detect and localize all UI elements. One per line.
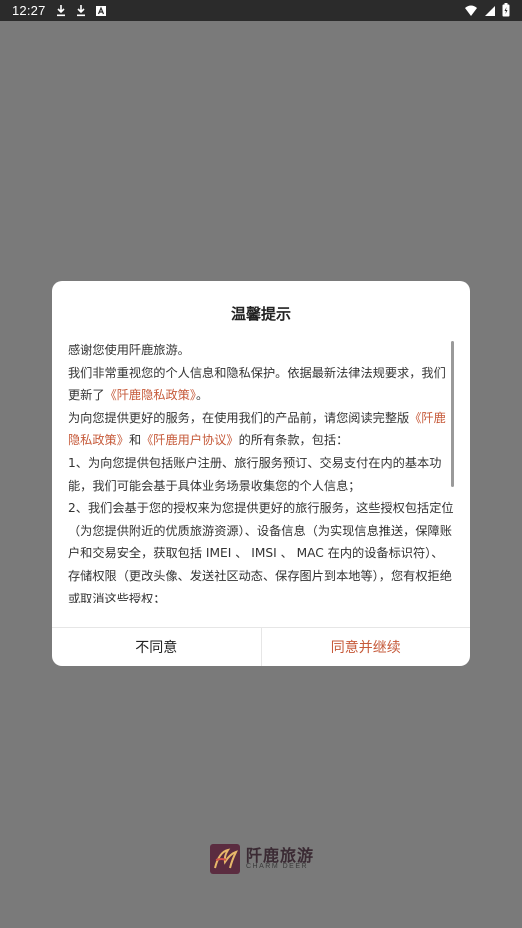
dialog-button-row: 不同意 同意并继续 [52,627,470,666]
signal-icon [485,5,495,16]
paragraph-privacy-update: 我们非常重视您的个人信息和隐私保护。依据最新法律法规要求，我们更新了《阡鹿隐私政… [68,362,454,407]
paragraph-thanks: 感谢您使用阡鹿旅游。 [68,343,190,357]
app-logo: 阡鹿旅游 CHARM DEER [210,842,314,874]
paragraph-text: 的所有条款，包括： [238,433,349,448]
download-icon [77,4,85,16]
privacy-dialog: 温馨提示 感谢您使用阡鹿旅游。 我们非常重视您的个人信息和隐私保护。依据最新法律… [52,281,470,666]
deer-logo-icon [210,844,240,874]
paragraph-read-terms: 为向您提供更好的服务，在使用我们的产品前，请您阅读完整版《阡鹿隐私政策》和《阡鹿… [68,407,454,452]
agree-continue-button[interactable]: 同意并继续 [262,628,471,666]
status-bar: 12:27 [0,0,522,21]
privacy-policy-link[interactable]: 《阡鹿隐私政策》 [105,388,196,402]
dialog-title: 温馨提示 [230,305,291,323]
download-icon [57,4,65,16]
paragraph-item-2: 2、我们会基于您的授权来为您提供更好的旅行服务，这些授权包括定位（为您提供附近的… [68,501,454,603]
user-agreement-link[interactable]: 《阡鹿用户协议》 [141,433,239,447]
status-icons-right [464,3,510,17]
content-scrollbar[interactable] [451,341,454,487]
paragraph-item-1: 1、为向您提供包括账户注册、旅行服务预订、交易支付在内的基本功能，我们可能会基于… [68,455,442,493]
logo-subtitle: CHARM DEER [246,863,309,870]
paragraph-text: 。 [195,388,209,403]
dialog-content[interactable]: 感谢您使用阡鹿旅游。 我们非常重视您的个人信息和隐私保护。依据最新法律法规要求，… [68,339,454,603]
paragraph-text: 为向您提供更好的服务，在使用我们的产品前，请您阅读完整版 [68,410,410,425]
disagree-button[interactable]: 不同意 [52,628,262,666]
status-time: 12:27 [12,3,46,18]
battery-icon [502,3,510,17]
wifi-icon [465,5,477,16]
paragraph-text: 和 [128,433,142,448]
a-box-icon [96,5,106,16]
status-icons-left [55,3,107,17]
